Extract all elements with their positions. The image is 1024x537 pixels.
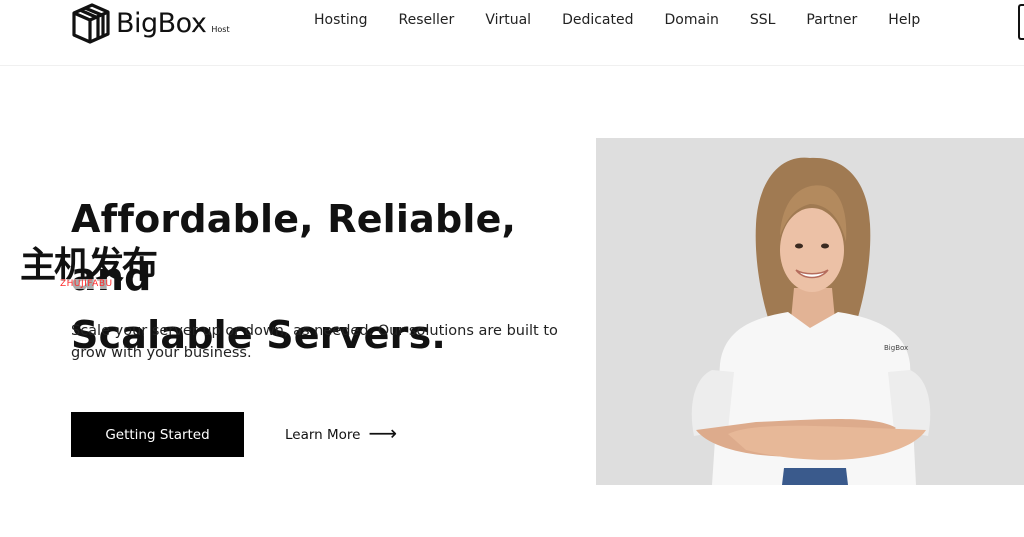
getting-started-button[interactable]: Getting Started — [71, 412, 244, 457]
learn-more-link[interactable]: Learn More ⟶ — [285, 421, 398, 446]
main-nav: Hosting Reseller Virtual Dedicated Domai… — [314, 12, 920, 28]
nav-item-virtual[interactable]: Virtual — [485, 12, 531, 28]
nav-item-domain[interactable]: Domain — [665, 12, 719, 28]
brand-logo[interactable]: BigBox Host — [70, 0, 230, 46]
woman-portrait-illustration: BigBox — [596, 138, 1024, 485]
hero-image: BigBox — [596, 138, 1024, 485]
nav-item-dedicated[interactable]: Dedicated — [562, 12, 633, 28]
nav-item-partner[interactable]: Partner — [806, 12, 857, 28]
nav-item-hosting[interactable]: Hosting — [314, 12, 368, 28]
nav-item-ssl[interactable]: SSL — [750, 12, 776, 28]
nav-item-help[interactable]: Help — [888, 12, 920, 28]
shirt-logo-text: BigBox — [884, 344, 908, 352]
logo-subtext: Host — [211, 24, 230, 34]
hero-title-line-1: Affordable, Reliable, and — [71, 197, 517, 299]
site-header: BigBox Host Hosting Reseller Virtual Ded… — [0, 0, 1024, 66]
box-logo-icon — [72, 3, 110, 44]
hero-subtitle: Scale your server up or down, as needed.… — [71, 323, 558, 361]
header-action-button[interactable] — [1018, 4, 1024, 40]
nav-item-reseller[interactable]: Reseller — [399, 12, 455, 28]
learn-more-label: Learn More — [285, 427, 361, 443]
logo-text: BigBox — [116, 7, 207, 39]
arrow-right-icon: ⟶ — [368, 421, 398, 445]
